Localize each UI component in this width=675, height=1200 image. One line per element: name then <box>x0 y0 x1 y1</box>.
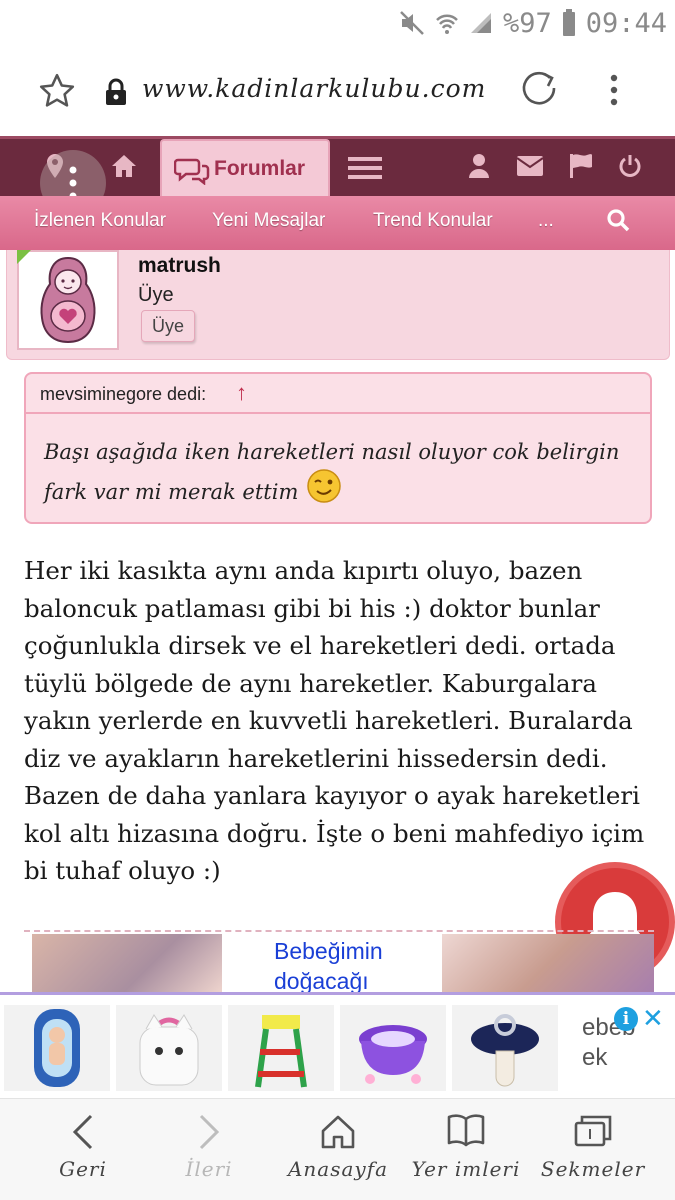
search-icon[interactable] <box>606 208 630 238</box>
user-title: Üye <box>138 284 174 306</box>
avatar[interactable] <box>17 250 119 350</box>
browser-toolbar: www.kadinlarkulubu.com <box>0 46 675 136</box>
back-button[interactable]: Geri <box>30 1099 136 1200</box>
quote-block: mevsiminegore dedi: ↑ Başı aşağıda iken … <box>24 372 652 524</box>
power-icon[interactable] <box>618 153 642 184</box>
tab-forumlar[interactable]: Forumlar <box>160 139 330 199</box>
wink-emoji-icon <box>306 468 342 509</box>
book-icon <box>446 1113 486 1154</box>
battery-icon <box>562 9 576 37</box>
forum-sub-nav: İzlenen Konular Yeni Mesajlar Trend Konu… <box>0 196 675 250</box>
tab-forumlar-label: Forumlar <box>214 157 306 180</box>
product-kitty-potty[interactable] <box>116 1005 222 1091</box>
forward-chevron-icon <box>197 1113 221 1156</box>
ad-info-icon[interactable]: i <box>614 1007 638 1031</box>
quote-author: mevsiminegore dedi: <box>40 384 207 404</box>
home-button[interactable]: Anasayfa <box>280 1099 396 1200</box>
ad-divider <box>24 930 654 932</box>
sub-nav-izlenen-konular[interactable]: İzlenen Konular <box>34 210 166 232</box>
flag-icon[interactable] <box>568 153 594 184</box>
product-pacifier[interactable] <box>452 1005 558 1091</box>
sub-nav-yeni-mesajlar[interactable]: Yeni Mesajlar <box>212 210 325 232</box>
quote-jump-arrow[interactable]: ↑ <box>236 380 247 406</box>
browser-menu-icon[interactable] <box>602 70 626 115</box>
status-icons: %97 09:44 <box>399 6 667 40</box>
clock: 09:44 <box>585 7 667 39</box>
home-icon[interactable] <box>110 153 138 184</box>
tabs-label: Sekmeler <box>540 1157 646 1181</box>
ad-close-icon[interactable]: ✕ <box>642 1003 664 1034</box>
browser-bottom-bar: Geri İleri Anasayfa Yer imleri Sekmeler <box>0 1098 675 1200</box>
sub-nav-trend-konular[interactable]: Trend Konular <box>373 210 493 232</box>
quote-header: mevsiminegore dedi: ↑ <box>26 374 650 414</box>
browser-home-icon <box>319 1113 357 1156</box>
back-label: Geri <box>59 1157 107 1181</box>
post-message: Her iki kasıkta aynı anda kıpırtı oluyo,… <box>24 556 645 885</box>
online-indicator <box>17 250 31 264</box>
bookmarks-label: Yer imleri <box>411 1157 521 1181</box>
bookmark-star-icon[interactable] <box>38 72 76 115</box>
back-chevron-icon <box>71 1113 95 1156</box>
lock-icon <box>104 78 128 111</box>
product-ad-strip: ebebek i ✕ <box>0 992 675 1098</box>
forward-button[interactable]: İleri <box>156 1099 262 1200</box>
product-step-ladder[interactable] <box>228 1005 334 1091</box>
user-icon[interactable] <box>468 153 490 184</box>
envelope-icon[interactable] <box>516 155 544 182</box>
ad-headline[interactable]: Bebeğimin doğacağı <box>274 936 434 994</box>
url-address[interactable]: www.kadinlarkulubu.com <box>142 74 486 103</box>
sub-nav-more[interactable]: ... <box>538 210 554 232</box>
ad-image-baby[interactable] <box>442 934 654 994</box>
product-baby-bather[interactable] <box>4 1005 110 1091</box>
forward-label: İleri <box>185 1157 233 1181</box>
home-label: Anasayfa <box>287 1157 389 1181</box>
chat-bubbles-icon <box>173 157 210 190</box>
signal-icon <box>469 11 493 35</box>
mute-icon <box>399 10 425 36</box>
matryoshka-avatar-icon <box>40 256 96 344</box>
post-author-card: matrush Üye Üye <box>6 250 670 360</box>
battery-level: %97 <box>502 7 552 39</box>
ad-banner[interactable]: Bebeğimin doğacağı <box>24 934 654 994</box>
tabs-icon <box>573 1113 613 1154</box>
status-bar: %97 09:44 <box>0 0 675 46</box>
username[interactable]: matrush <box>138 254 221 278</box>
tabs-button[interactable]: Sekmeler <box>538 1099 648 1200</box>
product-purple-potty[interactable] <box>340 1005 446 1091</box>
user-badge: Üye <box>141 310 195 342</box>
reload-icon[interactable] <box>520 70 560 115</box>
bookmarks-button[interactable]: Yer imleri <box>410 1099 522 1200</box>
wifi-icon <box>435 10 459 36</box>
hamburger-menu-icon[interactable] <box>348 155 382 186</box>
ad-image-pregnancy[interactable] <box>32 934 222 994</box>
